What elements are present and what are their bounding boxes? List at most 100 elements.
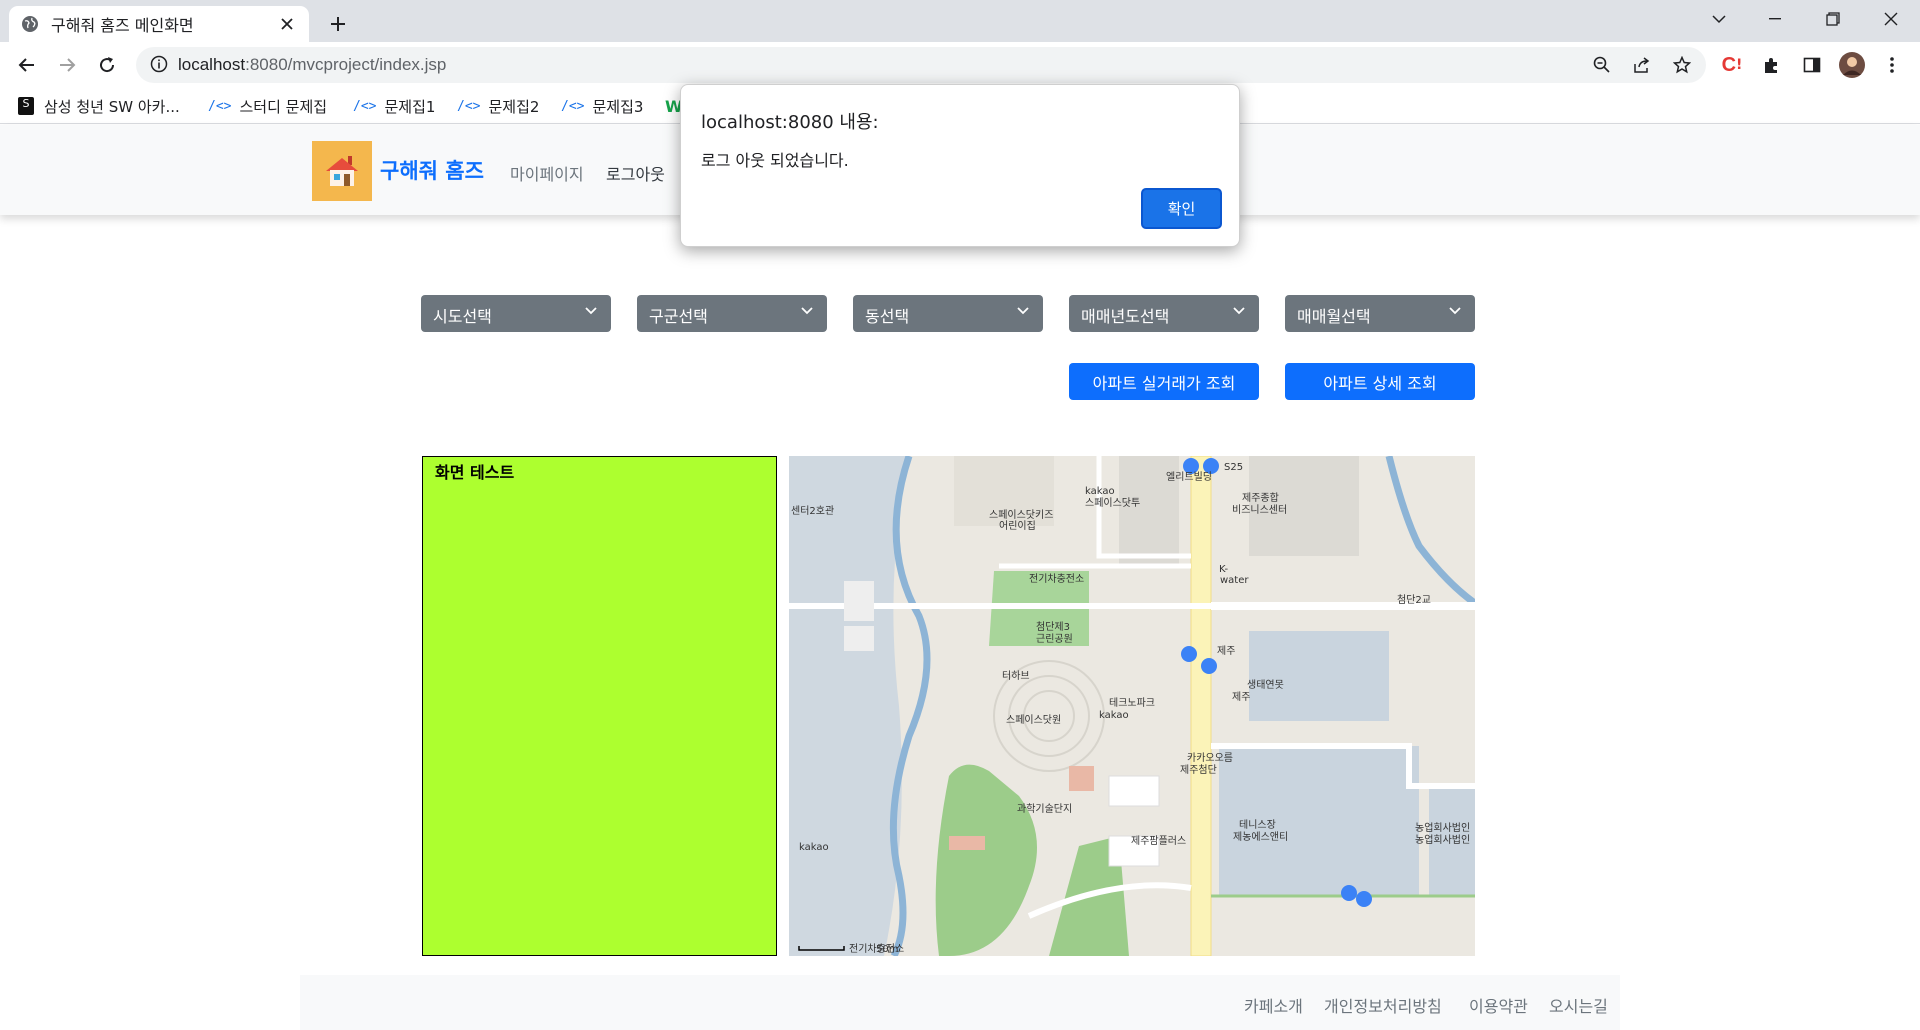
nav-mypage[interactable]: 마이페이지 <box>510 161 584 185</box>
info-icon[interactable] <box>150 55 170 75</box>
extensions-puzzle-icon[interactable] <box>1756 49 1788 81</box>
map-label: kakao <box>1099 710 1129 721</box>
share-icon[interactable] <box>1632 55 1652 75</box>
year-select[interactable]: 매매년도선택 <box>1069 295 1259 332</box>
footer-link-privacy[interactable]: 개인정보처리방침 <box>1324 993 1442 1017</box>
tab-search-icon[interactable] <box>1696 0 1742 38</box>
url-host: localhost <box>178 55 246 74</box>
site-footer: 카페소개 개인정보처리방침 이용약관 오시는길 <box>300 975 1620 1030</box>
map-label: 센터2호관 <box>791 505 834 517</box>
bookmark-label: 문제집3 <box>592 97 644 116</box>
dong-select[interactable]: 동선택 <box>853 295 1043 332</box>
nav-logout[interactable]: 로그아웃 <box>606 161 665 185</box>
map-label: 첨단제3 <box>1036 621 1070 633</box>
side-panel-icon[interactable] <box>1796 49 1828 81</box>
gugun-select[interactable]: 구군선택 <box>637 295 827 332</box>
ssafy-icon: S <box>18 97 34 115</box>
map-label: 제주첨단 <box>1180 764 1217 776</box>
bookmark-item[interactable]: /<> 문제집2 <box>457 94 539 118</box>
close-tab-icon[interactable] <box>277 14 297 34</box>
kakao-map[interactable]: S25 엘리트빌딩 kakao 스페이스닷투 스페이스닷키즈 어린이집 제주종합 비즈니스센터… <box>789 456 1475 956</box>
map-label: S25 <box>1224 462 1243 473</box>
bookmark-item[interactable]: /<> 문제집3 <box>561 94 643 118</box>
minimize-icon[interactable] <box>1752 0 1798 38</box>
code-icon: /<> <box>457 98 481 114</box>
code-icon: /<> <box>353 98 377 114</box>
map-label: 제주 <box>1232 691 1250 703</box>
map-label: 생태연못 <box>1247 679 1284 691</box>
select-value: 시도선택 <box>433 307 492 326</box>
map-label: 비즈니스센터 <box>1232 504 1287 516</box>
dialog-ok-button[interactable]: 확인 <box>1141 188 1222 229</box>
map-label: kakao <box>799 842 829 853</box>
map-label: 50m <box>876 944 898 955</box>
browser-toolbar: localhost:8080/mvcproject/index.jsp C! <box>0 42 1920 88</box>
map-label: 근린공원 <box>1036 633 1073 645</box>
map-canvas: S25엘리트빌딩kakao스페이스닷투스페이스닷키즈어린이집제주종합비즈니스센터… <box>789 456 1475 956</box>
test-panel-title: 화면 테스트 <box>435 463 515 482</box>
select-value: 동선택 <box>865 307 910 326</box>
map-label: 스페이스닷원 <box>1006 714 1061 726</box>
brand-title[interactable]: 구해줘 홈즈 <box>380 155 484 185</box>
apt-deal-search-button[interactable]: 아파트 실거래가 조회 <box>1069 363 1259 400</box>
browser-tabstrip: 구해줘 홈즈 메인화면 <box>0 0 1920 42</box>
forward-icon[interactable] <box>51 49 83 81</box>
chevron-down-icon <box>1233 307 1245 315</box>
chevron-down-icon <box>1017 307 1029 315</box>
alert-dialog: localhost:8080 내용: 로그 아웃 되었습니다. 확인 <box>680 84 1240 247</box>
chevron-down-icon <box>801 307 813 315</box>
map-label: 과학기술단지 <box>1017 803 1072 815</box>
sido-select[interactable]: 시도선택 <box>421 295 611 332</box>
dialog-title: localhost:8080 내용: <box>701 112 879 133</box>
zoom-icon[interactable] <box>1592 55 1612 75</box>
bookmark-item[interactable]: S 삼성 청년 SW 아카... <box>18 94 180 118</box>
browser-tab[interactable]: 구해줘 홈즈 메인화면 <box>9 6 309 42</box>
select-value: 구군선택 <box>649 307 708 326</box>
map-label: 농업회사법인 <box>1415 833 1470 846</box>
restore-icon[interactable] <box>1810 0 1856 38</box>
footer-link-about[interactable]: 카페소개 <box>1244 993 1303 1017</box>
map-label: K- <box>1219 564 1229 575</box>
footer-link-directions[interactable]: 오시는길 <box>1549 993 1608 1017</box>
close-window-icon[interactable] <box>1868 0 1914 38</box>
menu-kebab-icon[interactable] <box>1876 49 1908 81</box>
house-logo-icon[interactable] <box>312 141 372 201</box>
map-label: 카카오오름 <box>1187 752 1233 764</box>
map-label: 테크노파크 <box>1109 697 1155 709</box>
bookmark-item[interactable]: /<> 스터디 문제집 <box>208 94 327 118</box>
chevron-down-icon <box>585 307 597 315</box>
select-value: 매매월선택 <box>1297 307 1371 326</box>
chevron-down-icon <box>1449 307 1461 315</box>
bookmark-item[interactable]: /<> 문제집1 <box>353 94 435 118</box>
profile-avatar-icon[interactable] <box>1836 49 1868 81</box>
code-icon: /<> <box>561 98 585 114</box>
map-label: 제주종합 <box>1242 492 1279 504</box>
map-label: 제주 <box>1217 645 1235 657</box>
month-select[interactable]: 매매월선택 <box>1285 295 1475 332</box>
map-label: 전기차충전소 <box>1029 573 1084 585</box>
address-bar[interactable]: localhost:8080/mvcproject/index.jsp <box>136 47 1706 83</box>
test-panel: 화면 테스트 <box>422 456 777 956</box>
map-label: 농업회사법인 <box>1415 821 1470 834</box>
bookmark-label: 삼성 청년 SW 아카... <box>44 97 180 116</box>
url-path: :8080/mvcproject/index.jsp <box>245 55 447 74</box>
code-icon: /<> <box>208 98 232 114</box>
bookmark-star-icon[interactable] <box>1672 55 1692 75</box>
map-label: 테니스장 <box>1239 819 1276 831</box>
reload-icon[interactable] <box>91 49 123 81</box>
footer-link-terms[interactable]: 이용약관 <box>1469 993 1528 1017</box>
globe-icon <box>21 15 39 33</box>
map-label: water <box>1220 575 1249 586</box>
map-label: 엘리트빌딩 <box>1166 470 1212 483</box>
map-label: kakao <box>1085 486 1115 497</box>
map-label: 어린이집 <box>999 520 1036 532</box>
map-label: 제주팜플러스 <box>1131 835 1186 847</box>
bookmark-label: 문제집1 <box>384 97 436 116</box>
new-tab-icon[interactable] <box>322 8 354 40</box>
map-label: 첨단2교 <box>1397 594 1431 606</box>
map-label: 스페이스닷키즈 <box>989 509 1053 521</box>
map-label: 터하브 <box>1002 669 1030 682</box>
apt-detail-search-button[interactable]: 아파트 상세 조회 <box>1285 363 1475 400</box>
extension-c-icon[interactable]: C! <box>1716 49 1748 81</box>
back-icon[interactable] <box>11 49 43 81</box>
